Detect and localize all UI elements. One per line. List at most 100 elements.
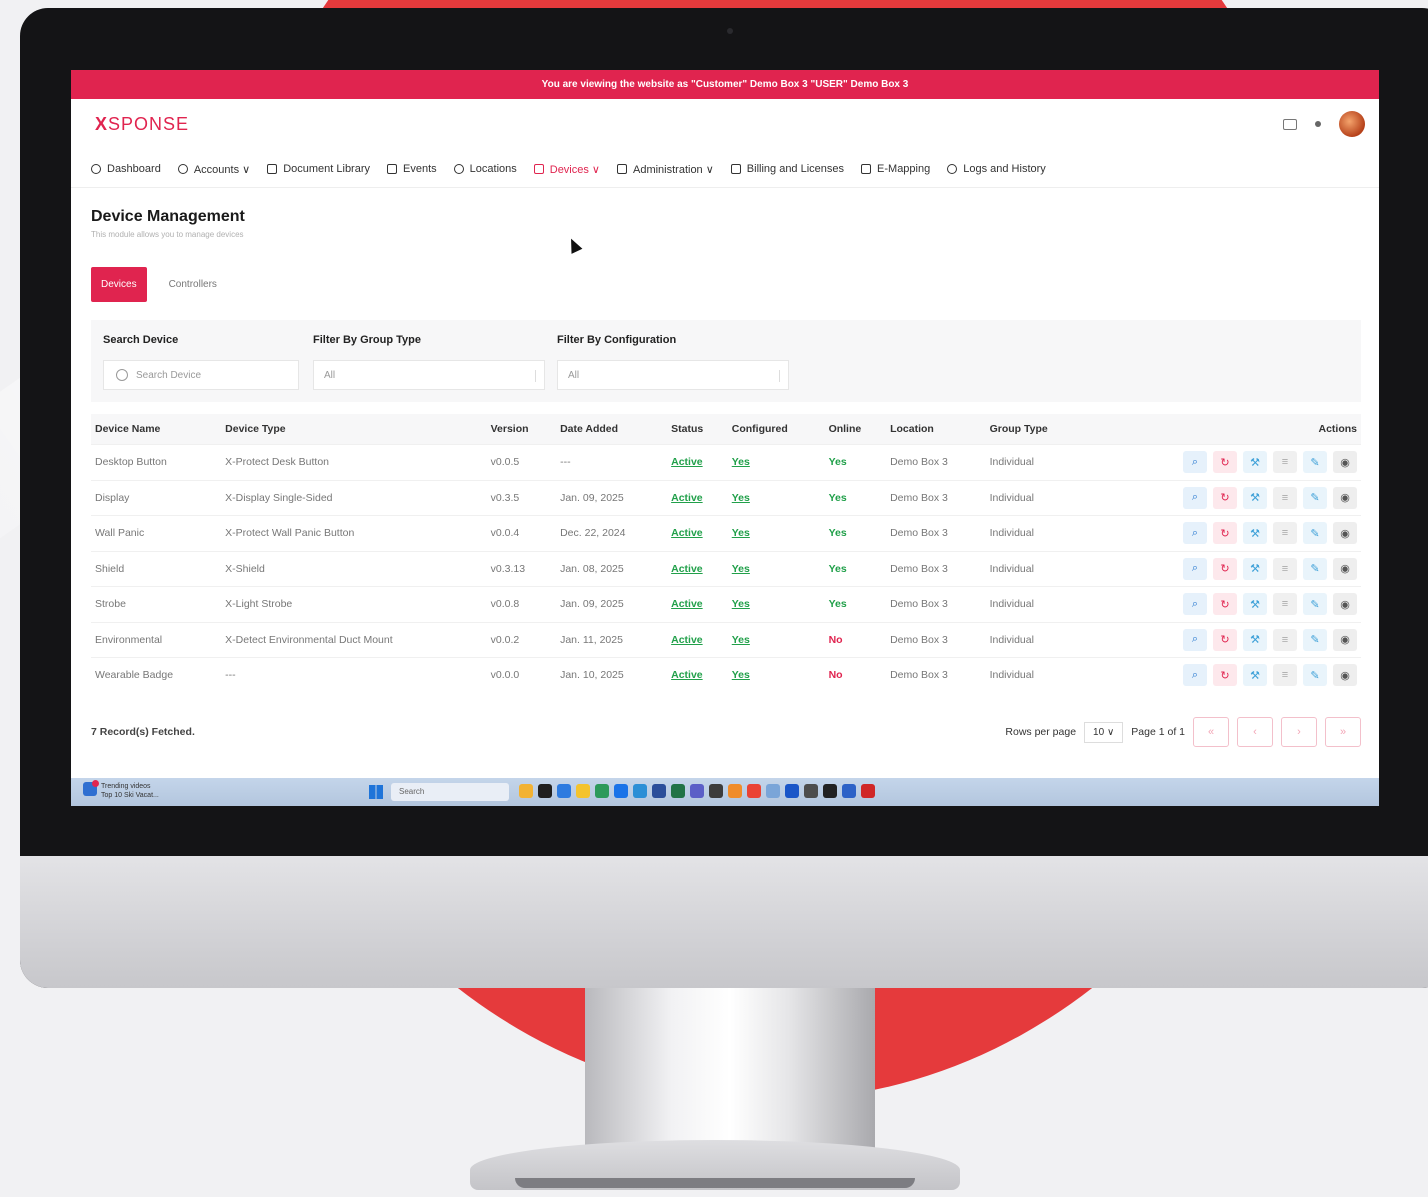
view-search-icon[interactable]: ⌕ xyxy=(1183,522,1207,545)
eye-icon[interactable]: ◉ xyxy=(1333,486,1357,509)
column-header[interactable]: Status xyxy=(667,414,728,445)
rows-per-page-select[interactable]: 10 ∨ xyxy=(1084,721,1124,743)
list-icon[interactable]: ≡ xyxy=(1273,486,1297,509)
next-page-button[interactable]: › xyxy=(1281,717,1317,747)
edit-icon[interactable]: ✎ xyxy=(1303,664,1327,687)
taskbar-app-icon[interactable] xyxy=(823,784,837,798)
edit-icon[interactable]: ✎ xyxy=(1303,486,1327,509)
taskbar-app-icon[interactable] xyxy=(519,784,533,798)
status-value[interactable]: Active xyxy=(671,669,703,681)
nav-item-9[interactable]: Logs and History xyxy=(947,163,1046,175)
status-value[interactable]: Active xyxy=(671,598,703,610)
list-icon[interactable]: ≡ xyxy=(1273,557,1297,580)
configuration-select[interactable]: All xyxy=(557,360,789,390)
nav-item-2[interactable]: Document Library xyxy=(267,163,370,175)
taskbar-app-icon[interactable] xyxy=(728,784,742,798)
taskbar-app-icon[interactable] xyxy=(709,784,723,798)
eye-icon[interactable]: ◉ xyxy=(1333,451,1357,474)
tab-devices[interactable]: Devices xyxy=(91,267,147,302)
column-header[interactable]: Actions xyxy=(1085,414,1361,445)
edit-icon[interactable]: ✎ xyxy=(1303,593,1327,616)
taskbar-search[interactable]: Search xyxy=(391,783,509,801)
configured-value[interactable]: Yes xyxy=(732,634,750,646)
reset-icon[interactable]: ↻ xyxy=(1213,451,1237,474)
tab-controllers[interactable]: Controllers xyxy=(169,279,217,290)
nav-item-3[interactable]: Events xyxy=(387,163,437,175)
view-search-icon[interactable]: ⌕ xyxy=(1183,557,1207,580)
eye-icon[interactable]: ◉ xyxy=(1333,522,1357,545)
list-icon[interactable]: ≡ xyxy=(1273,593,1297,616)
configured-value[interactable]: Yes xyxy=(732,527,750,539)
reset-icon[interactable]: ↻ xyxy=(1213,486,1237,509)
edit-icon[interactable]: ✎ xyxy=(1303,451,1327,474)
taskbar-app-icon[interactable] xyxy=(804,784,818,798)
list-icon[interactable]: ≡ xyxy=(1273,451,1297,474)
reset-icon[interactable]: ↻ xyxy=(1213,664,1237,687)
brand-logo[interactable]: XSPONSE xyxy=(95,114,189,135)
status-value[interactable]: Active xyxy=(671,492,703,504)
edit-icon[interactable]: ✎ xyxy=(1303,557,1327,580)
status-value[interactable]: Active xyxy=(671,563,703,575)
view-search-icon[interactable]: ⌕ xyxy=(1183,451,1207,474)
view-search-icon[interactable]: ⌕ xyxy=(1183,593,1207,616)
prev-page-button[interactable]: ‹ xyxy=(1237,717,1273,747)
reset-icon[interactable]: ↻ xyxy=(1213,557,1237,580)
configured-value[interactable]: Yes xyxy=(732,456,750,468)
column-header[interactable]: Device Type xyxy=(221,414,487,445)
taskbar-app-icon[interactable] xyxy=(576,784,590,798)
column-header[interactable]: Date Added xyxy=(556,414,668,445)
taskbar-app-icon[interactable] xyxy=(614,784,628,798)
tool-icon[interactable]: ⚒ xyxy=(1243,628,1267,651)
search-input[interactable]: Search Device xyxy=(103,360,299,390)
taskbar-app-icon[interactable] xyxy=(633,784,647,798)
taskbar-app-icon[interactable] xyxy=(747,784,761,798)
list-icon[interactable]: ≡ xyxy=(1273,522,1297,545)
taskbar-app-icon[interactable] xyxy=(595,784,609,798)
view-search-icon[interactable]: ⌕ xyxy=(1183,664,1207,687)
reset-icon[interactable]: ↻ xyxy=(1213,593,1237,616)
reset-icon[interactable]: ↻ xyxy=(1213,628,1237,651)
status-value[interactable]: Active xyxy=(671,456,703,468)
status-dot-icon[interactable] xyxy=(1315,121,1321,127)
avatar[interactable] xyxy=(1339,111,1365,137)
taskbar-app-icon[interactable] xyxy=(671,784,685,798)
column-header[interactable]: Configured xyxy=(727,414,825,445)
taskbar-app-icon[interactable] xyxy=(785,784,799,798)
taskbar-app-icon[interactable] xyxy=(690,784,704,798)
taskbar-app-icon[interactable] xyxy=(766,784,780,798)
nav-item-7[interactable]: Billing and Licenses xyxy=(730,163,844,175)
eye-icon[interactable]: ◉ xyxy=(1333,664,1357,687)
taskbar-app-icon[interactable] xyxy=(842,784,856,798)
taskbar-app-icon[interactable] xyxy=(652,784,666,798)
nav-item-0[interactable]: Dashboard xyxy=(91,163,161,175)
first-page-button[interactable]: « xyxy=(1193,717,1229,747)
eye-icon[interactable]: ◉ xyxy=(1333,628,1357,651)
view-search-icon[interactable]: ⌕ xyxy=(1183,628,1207,651)
configured-value[interactable]: Yes xyxy=(732,492,750,504)
eye-icon[interactable]: ◉ xyxy=(1333,593,1357,616)
nav-item-8[interactable]: E-Mapping xyxy=(861,163,930,175)
group-type-select[interactable]: All xyxy=(313,360,545,390)
list-icon[interactable]: ≡ xyxy=(1273,664,1297,687)
configured-value[interactable]: Yes xyxy=(732,598,750,610)
nav-item-1[interactable]: Accounts ∨ xyxy=(177,163,250,176)
tool-icon[interactable]: ⚒ xyxy=(1243,664,1267,687)
nav-item-6[interactable]: Administration ∨ xyxy=(616,163,714,176)
last-page-button[interactable]: » xyxy=(1325,717,1361,747)
nav-item-5[interactable]: Devices ∨ xyxy=(533,163,600,176)
column-header[interactable]: Online xyxy=(824,414,887,445)
edit-icon[interactable]: ✎ xyxy=(1303,522,1327,545)
taskbar-app-icon[interactable] xyxy=(557,784,571,798)
edit-icon[interactable]: ✎ xyxy=(1303,628,1327,651)
view-search-icon[interactable]: ⌕ xyxy=(1183,486,1207,509)
taskbar-app-icon[interactable] xyxy=(861,784,875,798)
taskbar-app-icon[interactable] xyxy=(538,784,552,798)
tool-icon[interactable]: ⚒ xyxy=(1243,486,1267,509)
tool-icon[interactable]: ⚒ xyxy=(1243,557,1267,580)
tool-icon[interactable]: ⚒ xyxy=(1243,522,1267,545)
column-header[interactable]: Device Name xyxy=(91,414,222,445)
status-value[interactable]: Active xyxy=(671,527,703,539)
tool-icon[interactable]: ⚒ xyxy=(1243,451,1267,474)
configured-value[interactable]: Yes xyxy=(732,669,750,681)
configured-value[interactable]: Yes xyxy=(732,563,750,575)
